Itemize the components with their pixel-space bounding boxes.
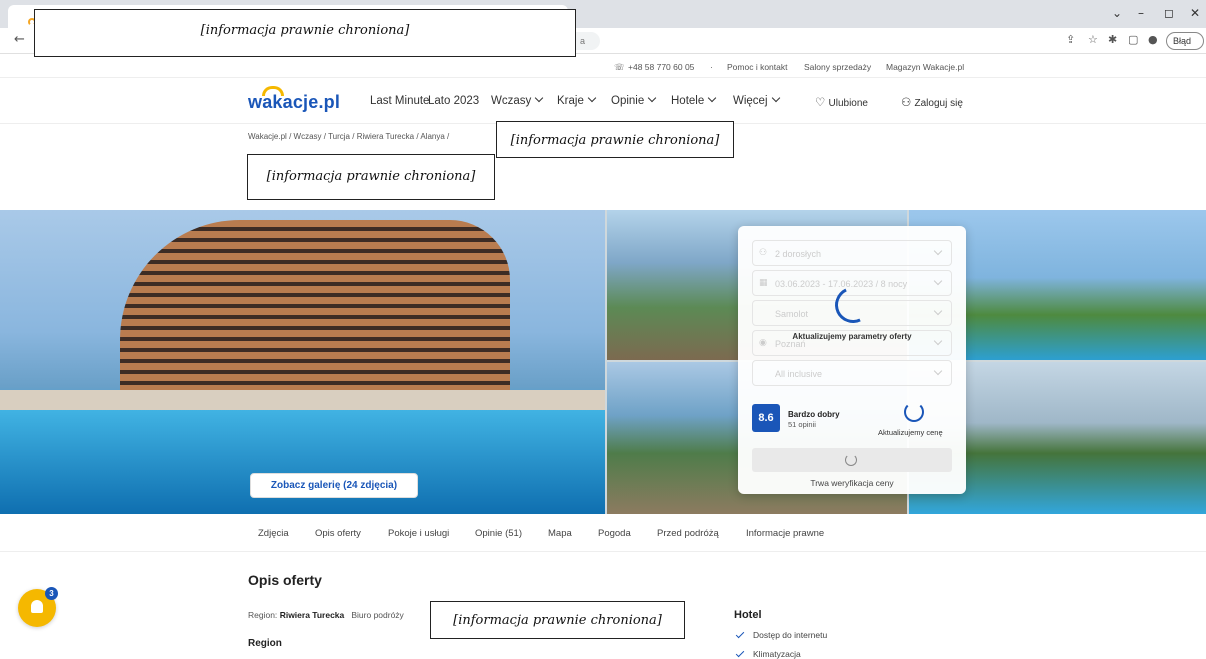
restore-icon[interactable]: ◻	[1164, 6, 1174, 20]
board-select[interactable]: All inclusive	[752, 360, 952, 386]
redaction-box: [informacja prawnie chroniona]	[34, 9, 576, 57]
view-gallery-button[interactable]: Zobacz galerię (24 zdjęcia)	[250, 473, 418, 498]
hotel-heading: Hotel	[734, 609, 762, 621]
breadcrumb-item[interactable]: Riwiera Turecka	[357, 132, 414, 141]
share-icon[interactable]: ⇪	[1066, 33, 1075, 46]
phone-icon: ☏	[614, 62, 625, 72]
agency-label: Biuro podróży	[351, 610, 404, 620]
rating-score: 8.6	[752, 404, 780, 432]
breadcrumb-item[interactable]: Wakacje.pl	[248, 132, 287, 141]
check-icon	[735, 629, 745, 639]
user-icon: ⚇	[901, 95, 912, 109]
tab-search-icon[interactable]: ⌄	[1112, 6, 1122, 20]
extensions-icon[interactable]: ✱	[1108, 33, 1117, 46]
chevron-down-icon	[648, 93, 657, 103]
nav-last-minute[interactable]: Last Minute	[370, 95, 429, 107]
nav-wczasy[interactable]: Wczasy	[491, 93, 544, 107]
chevron-down-icon	[708, 93, 717, 103]
updating-price-text: Aktualizujemy cenę	[878, 428, 943, 437]
nav-wiecej[interactable]: Więcej	[733, 93, 780, 107]
logo[interactable]: wakacje.pl	[248, 92, 340, 113]
tab-description[interactable]: Opis oferty	[315, 528, 361, 539]
breadcrumb-item[interactable]: Wczasy	[294, 132, 322, 141]
chevron-down-icon	[535, 93, 544, 103]
phone-link[interactable]: +48 58 770 60 05	[628, 62, 694, 72]
redaction-box: [informacja prawnie chroniona]	[430, 601, 685, 639]
star-icon[interactable]: ☆	[1088, 33, 1098, 46]
chevron-down-icon	[771, 93, 780, 103]
tab-map[interactable]: Mapa	[548, 528, 572, 539]
price-loading-spinner	[904, 402, 924, 422]
magazine-link[interactable]: Magazyn Wakacje.pl	[886, 62, 964, 72]
salons-link[interactable]: Salony sprzedaży	[804, 62, 871, 72]
redaction-box: [informacja prawnie chroniona]	[496, 121, 734, 158]
pool	[0, 410, 605, 514]
tab-reviews[interactable]: Opinie (51)	[475, 528, 522, 539]
nav-hotele[interactable]: Hotele	[671, 93, 717, 107]
tab-legal[interactable]: Informacje prawne	[746, 528, 824, 539]
nav-opinie[interactable]: Opinie	[611, 93, 657, 107]
button-spinner	[845, 454, 857, 466]
breadcrumb-item[interactable]: Turcja	[328, 132, 350, 141]
breadcrumb: Wakacje.pl / Wczasy / Turcja / Riwiera T…	[248, 132, 450, 141]
redaction-box: [informacja prawnie chroniona]	[247, 154, 495, 200]
region-heading: Region	[248, 638, 282, 649]
booking-widget: ⚇ 2 dorosłych ▦ 03.06.2023 - 17.06.2023 …	[738, 226, 966, 494]
hotel-feature: Dostęp do internetu	[734, 629, 827, 640]
top-info-bar: ☏ +48 58 770 60 05 · Pomoc i kontakt Sal…	[0, 54, 1206, 78]
separator-dot: ·	[710, 62, 713, 72]
chevron-down-icon	[933, 246, 943, 256]
breadcrumb-item[interactable]: Alanya	[420, 132, 444, 141]
region-info: Region: Riwiera Turecka Biuro podróży	[248, 610, 404, 620]
verifying-price-text: Trwa weryfikacja ceny	[810, 478, 894, 488]
person-icon: ⚇	[759, 248, 768, 258]
region-value[interactable]: Riwiera Turecka	[280, 610, 345, 620]
updating-params-text: Aktualizujemy parametry oferty	[792, 332, 912, 341]
main-nav: wakacje.pl Last Minute Lato 2023 Wczasy …	[0, 78, 1206, 124]
tab-rooms[interactable]: Pokoje i usługi	[388, 528, 449, 539]
bell-icon	[31, 600, 43, 613]
travelers-select[interactable]: ⚇ 2 dorosłych	[752, 240, 952, 266]
photo-gallery	[0, 210, 1206, 514]
gallery-photo-main[interactable]	[0, 210, 605, 514]
chevron-down-icon	[933, 276, 943, 286]
nav-kraje[interactable]: Kraje	[557, 93, 597, 107]
reviews-count[interactable]: 51 opinii	[788, 420, 816, 429]
sidepanel-icon[interactable]: ▢	[1128, 33, 1138, 46]
close-icon[interactable]: ✕	[1190, 6, 1200, 20]
book-button[interactable]	[752, 448, 952, 472]
tab-before-trip[interactable]: Przed podróżą	[657, 528, 719, 539]
profile-icon[interactable]: ●	[1148, 33, 1158, 46]
chevron-down-icon	[933, 366, 943, 376]
help-link[interactable]: Pomoc i kontakt	[727, 62, 787, 72]
notifications-button[interactable]: 3	[18, 587, 58, 627]
calendar-icon: ▦	[759, 278, 768, 288]
section-tabs: Zdjęcia Opis oferty Pokoje i usługi Opin…	[0, 516, 1206, 552]
chevron-down-icon	[933, 306, 943, 316]
minimize-icon[interactable]: –	[1138, 6, 1144, 20]
tab-photos[interactable]: Zdjęcia	[258, 528, 289, 539]
check-icon	[735, 648, 745, 658]
nav-lato-2023[interactable]: Lato 2023	[428, 95, 479, 107]
login-link[interactable]: ⚇ Zaloguj się	[901, 95, 963, 109]
notification-badge: 3	[45, 587, 58, 600]
rating-label: Bardzo dobry	[788, 410, 840, 419]
favorites-link[interactable]: ♡ Ulubione	[815, 95, 868, 109]
back-icon[interactable]: ←	[14, 32, 25, 47]
offer-description-heading: Opis oferty	[248, 572, 322, 588]
error-button[interactable]: Błąd	[1166, 32, 1204, 50]
chevron-down-icon	[587, 93, 597, 103]
heart-icon: ♡	[815, 95, 826, 109]
tab-weather[interactable]: Pogoda	[598, 528, 631, 539]
